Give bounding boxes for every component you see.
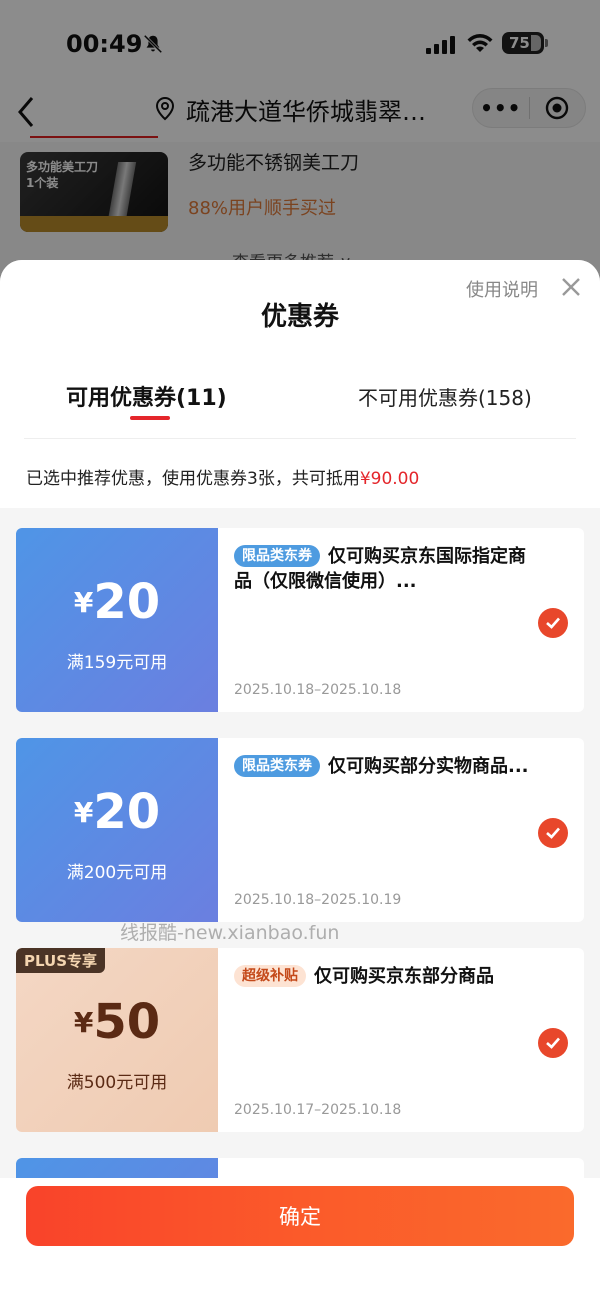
coupon-title: 超级补贴 仅可购买京东部分商品 — [234, 964, 534, 989]
coupon-card[interactable]: PLUS专享 ¥50 满500元可用 超级补贴 仅可购买京东部分商品 2025.1… — [16, 948, 584, 1132]
tab-available-coupons[interactable]: 可用优惠券(11) — [66, 380, 227, 412]
selected-check-icon[interactable] — [538, 608, 568, 638]
coupon-tag: 超级补贴 — [234, 965, 306, 987]
sheet-title: 优惠券 — [260, 302, 339, 332]
summary-amount: ¥90.00 — [359, 469, 420, 489]
coupon-value-panel: ¥20 满200元可用 — [16, 738, 218, 922]
coupon-tag: 限品类东券 — [234, 755, 320, 777]
coupon-amount: ¥20 — [73, 574, 161, 630]
selection-summary: 已选中推荐优惠，使用优惠券3张，共可抵用¥90.00 — [26, 464, 419, 489]
close-icon[interactable] — [560, 276, 582, 298]
confirm-button[interactable]: 确定 — [26, 1186, 574, 1246]
tab-unavailable-coupons[interactable]: 不可用优惠券(158) — [358, 382, 532, 411]
coupon-validity: 2025.10.17–2025.10.18 — [234, 1102, 402, 1118]
watermark-text: 线报酷-new.xianbao.fun — [120, 922, 340, 944]
coupon-condition: 满200元可用 — [66, 863, 168, 883]
coupon-title: 限品类东券 仅可购买京东国际指定商品（仅限微信使用）... — [234, 545, 526, 592]
coupon-title: 限品类东券 仅可购买部分实物商品... — [234, 754, 534, 779]
divider — [24, 438, 576, 439]
sheet-header: 使用说明 优惠券 可用优惠券(11) 不可用优惠券(158) 已选中推荐优惠，使… — [0, 260, 600, 508]
coupon-condition: 满500元可用 — [66, 1073, 168, 1093]
summary-text: 已选中推荐优惠，使用优惠券3张，共可抵用 — [26, 469, 360, 489]
selected-check-icon[interactable] — [538, 1028, 568, 1058]
coupon-condition: 满159元可用 — [66, 653, 168, 673]
coupon-value-panel: ¥20 满159元可用 — [16, 528, 218, 712]
coupon-validity: 2025.10.18–2025.10.18 — [234, 682, 402, 698]
selected-check-icon[interactable] — [538, 818, 568, 848]
active-tab-indicator — [130, 416, 170, 420]
plus-exclusive-badge: PLUS专享 — [16, 948, 106, 973]
coupon-sheet: 使用说明 优惠券 可用优惠券(11) 不可用优惠券(158) 已选中推荐优惠，使… — [0, 260, 600, 1303]
coupon-value-panel: PLUS专享 ¥50 满500元可用 — [16, 948, 218, 1132]
coupon-card[interactable]: ¥20 满159元可用 限品类东券 仅可购买京东国际指定商品（仅限微信使用）...… — [16, 528, 584, 712]
coupon-tag: 限品类东券 — [234, 545, 320, 567]
coupon-amount: ¥20 — [73, 784, 161, 840]
coupon-validity: 2025.10.18–2025.10.19 — [234, 892, 402, 908]
coupon-amount: ¥50 — [73, 994, 161, 1050]
coupon-card[interactable]: ¥20 满200元可用 限品类东券 仅可购买部分实物商品... 2025.10.1… — [16, 738, 584, 922]
